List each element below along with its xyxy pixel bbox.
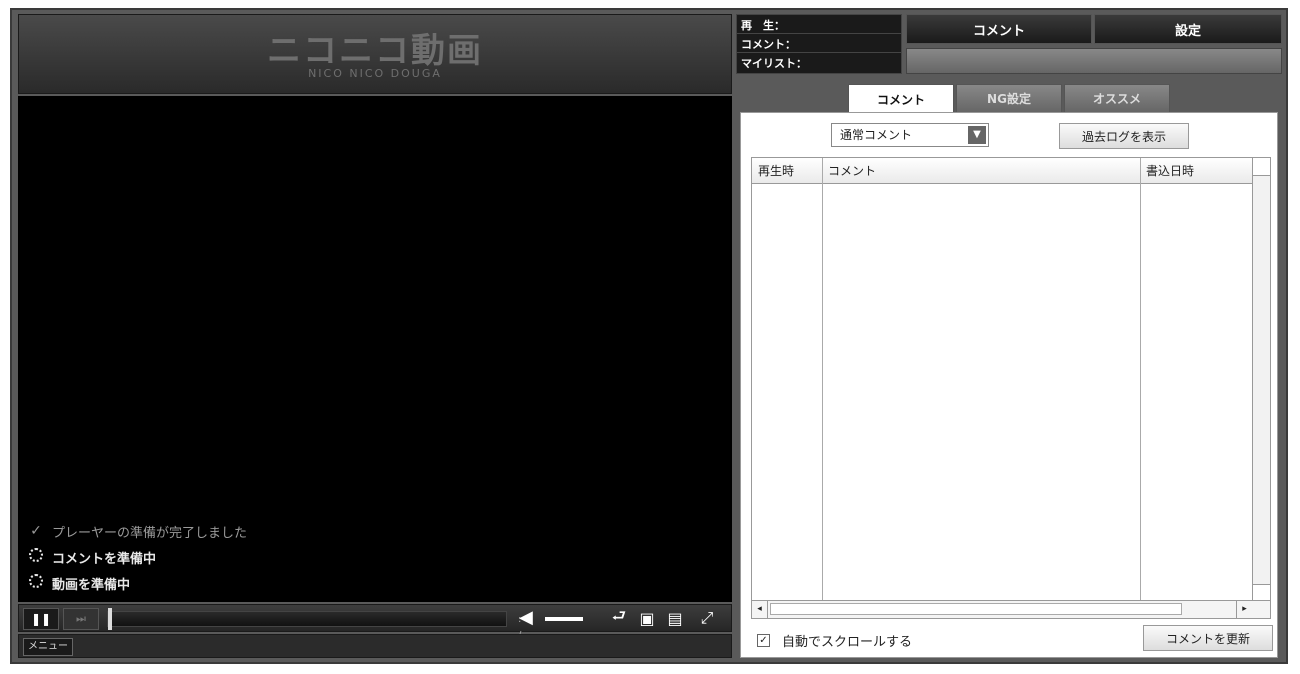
stat-label: コメント： xyxy=(741,38,796,51)
column-divider xyxy=(822,158,823,602)
refresh-comments-button[interactable]: コメントを更新 xyxy=(1143,625,1273,651)
comment-panel-button[interactable]: コメント xyxy=(906,14,1092,44)
seek-bar[interactable]: : / : xyxy=(107,608,521,657)
scroll-up-button[interactable] xyxy=(1253,158,1270,176)
autoscroll-checkbox[interactable]: ✓ xyxy=(757,634,770,647)
side-panel: 再 生： コメント： マイリスト： コメント 設定 コメント NG設定 オススメ… xyxy=(736,14,1282,658)
status-player-ready: ✓ プレーヤーの準備が完了しました xyxy=(26,518,247,544)
comment-tab-content: 通常コメント ▼ 過去ログを表示 再生時 コメント 書込日時 ◂ ▸ ✓ 自動で… xyxy=(740,112,1278,658)
vertical-scrollbar[interactable] xyxy=(1252,158,1270,602)
frame-step-icon: ⏭ xyxy=(76,612,86,625)
scroll-right-icon[interactable]: ▸ xyxy=(1236,601,1252,618)
nicovideo-player: ニコニコ動画 NICO NICO DOUGA ✓ プレーヤーの準備が完了しました… xyxy=(10,8,1288,664)
pause-icon: ❚❚ xyxy=(30,612,52,626)
panel-tabs: コメント NG設定 オススメ xyxy=(848,84,1172,114)
speaker-icon[interactable]: ◀ xyxy=(519,607,533,628)
menu-row: メニュー xyxy=(18,634,732,658)
site-logo-subtitle: NICO NICO DOUGA xyxy=(308,67,442,80)
tab-ng-settings[interactable]: NG設定 xyxy=(956,84,1062,112)
loading-status: ✓ プレーヤーの準備が完了しました コメントを準備中 動画を準備中 xyxy=(26,518,247,596)
comment-list: 再生時 コメント 書込日時 ◂ ▸ xyxy=(751,157,1271,619)
video-stats: 再 生： コメント： マイリスト： xyxy=(736,14,902,74)
autoscroll-option[interactable]: ✓ 自動でスクロールする xyxy=(757,631,912,650)
info-field xyxy=(906,48,1282,74)
status-video-loading: 動画を準備中 xyxy=(26,570,247,596)
comment-type-select[interactable]: 通常コメント ▼ xyxy=(831,123,989,147)
stat-mylist-count: マイリスト： xyxy=(737,53,901,72)
status-text: コメントを準備中 xyxy=(52,551,157,567)
status-comments-loading: コメントを準備中 xyxy=(26,544,247,570)
pause-button[interactable]: ❚❚ xyxy=(23,608,59,630)
seek-handle[interactable] xyxy=(108,608,112,630)
status-text: プレーヤーの準備が完了しました xyxy=(52,525,248,541)
table-header: 再生時 コメント 書込日時 xyxy=(752,158,1254,184)
tab-comment[interactable]: コメント xyxy=(848,84,954,114)
volume-slider[interactable] xyxy=(545,617,583,621)
screen-mode-icon[interactable]: ▤ xyxy=(663,607,687,629)
checkmark-icon: ✓ xyxy=(30,523,42,539)
video-screen[interactable]: ✓ プレーヤーの準備が完了しました コメントを準備中 動画を準備中 xyxy=(18,96,732,602)
menu-button[interactable]: メニュー xyxy=(23,638,73,656)
stat-label: 再 生： xyxy=(741,19,785,32)
horizontal-scrollbar[interactable]: ◂ ▸ xyxy=(752,600,1270,618)
tab-recommend[interactable]: オススメ xyxy=(1064,84,1170,112)
past-log-button[interactable]: 過去ログを表示 xyxy=(1059,123,1189,149)
column-header-date[interactable]: 書込日時 xyxy=(1140,158,1254,184)
stat-label: マイリスト： xyxy=(741,57,807,70)
logo-bar: ニコニコ動画 NICO NICO DOUGA xyxy=(18,14,732,94)
scroll-thumb[interactable] xyxy=(770,603,1182,615)
status-text: 動画を準備中 xyxy=(52,577,131,593)
spinner-icon xyxy=(26,574,46,592)
control-bar: ❚❚ ⏭ : / : ◀ ⮐ ▣ ▤ ⤢ xyxy=(18,604,732,657)
site-logo: ニコニコ動画 xyxy=(267,31,483,71)
stat-play-count: 再 生： xyxy=(737,15,901,34)
comment-bubble-icon[interactable]: ▣ xyxy=(635,607,659,629)
column-header-play-time[interactable]: 再生時 xyxy=(752,158,822,184)
select-value: 通常コメント xyxy=(840,128,913,142)
video-column: ニコニコ動画 NICO NICO DOUGA ✓ プレーヤーの準備が完了しました… xyxy=(18,14,732,658)
chevron-down-icon[interactable]: ▼ xyxy=(968,126,986,144)
settings-button[interactable]: 設定 xyxy=(1094,14,1282,44)
column-header-comment[interactable]: コメント xyxy=(822,158,1140,184)
spinner-icon xyxy=(26,548,46,566)
column-divider xyxy=(1140,158,1141,602)
fullscreen-icon[interactable]: ⤢ xyxy=(695,607,719,629)
stat-comment-count: コメント： xyxy=(737,34,901,53)
frame-step-button[interactable]: ⏭ xyxy=(63,608,99,630)
scroll-left-icon[interactable]: ◂ xyxy=(752,601,768,618)
repeat-icon[interactable]: ⮐ xyxy=(607,606,631,629)
autoscroll-label: 自動でスクロールする xyxy=(782,635,913,650)
